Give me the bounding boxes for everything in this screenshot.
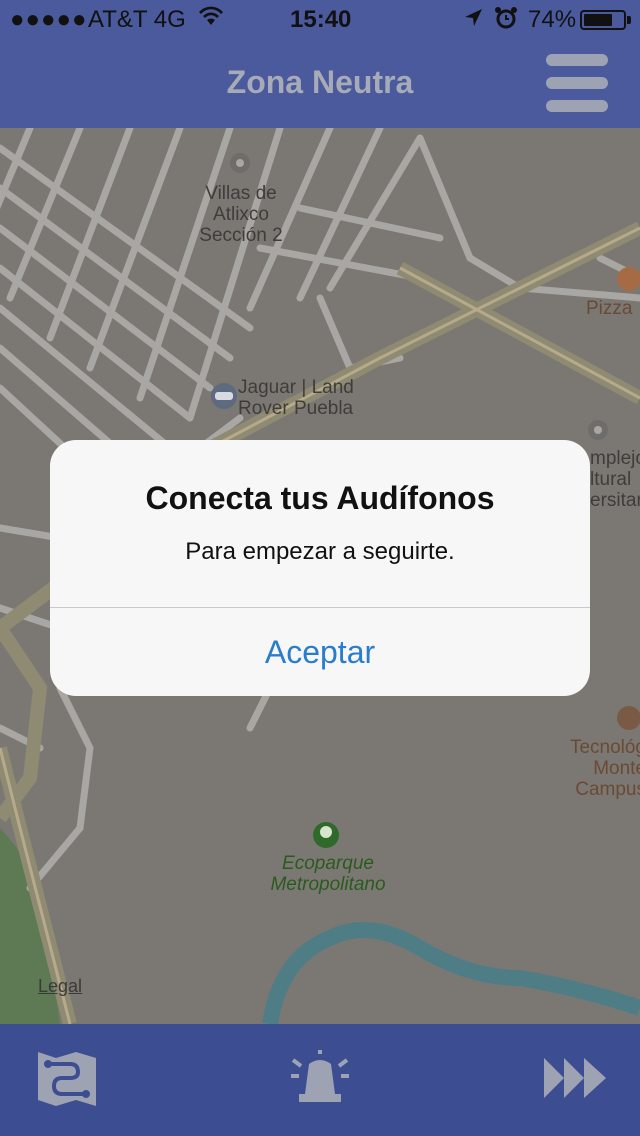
tab-bar (0, 1024, 640, 1136)
map-label-tec: Tecnológ Monte Campus (569, 737, 640, 800)
legal-link[interactable]: Legal (38, 976, 82, 997)
accept-button[interactable]: Aceptar (50, 608, 590, 696)
map-label-jaguar: Jaguar | Land Rover Puebla (238, 377, 354, 419)
navigation-bar: Zona Neutra (0, 40, 640, 128)
hamburger-icon (546, 54, 608, 66)
map-label-villas: Villas de Atlixco Sección 2 (199, 183, 283, 246)
battery-tip (627, 16, 631, 24)
status-bar: ●●●●● AT&T 4G 15:40 74% (0, 0, 640, 40)
alarm-siren-icon[interactable] (289, 1050, 351, 1109)
location-arrow-icon (462, 6, 484, 37)
hamburger-icon-bar (546, 77, 608, 89)
battery-icon (580, 10, 626, 30)
fast-forward-icon[interactable] (544, 1056, 606, 1105)
signal-strength: ●●●●● (10, 6, 88, 33)
carrier-label: AT&T 4G (88, 6, 186, 33)
map-label-pizza: Pizza (586, 298, 633, 319)
battery-level-fill (584, 14, 612, 26)
alert-dialog: Conecta tus Audífonos Para empezar a seg… (50, 440, 590, 696)
battery-percent: 74% (528, 6, 577, 33)
wifi-icon (198, 4, 224, 35)
clock-time: 15:40 (290, 6, 352, 33)
alert-title: Conecta tus Audífonos (145, 480, 495, 516)
map-label-ecoparque: Ecoparque Metropolitano (270, 853, 386, 895)
hamburger-menu-button[interactable] (546, 54, 608, 112)
route-map-icon[interactable] (36, 1048, 98, 1113)
hamburger-icon-bar (546, 100, 608, 112)
page-title: Zona Neutra (226, 64, 414, 100)
alert-message: Para empezar a seguirte. (185, 538, 455, 565)
map-label-complejo: mplejo ltural ersitar (590, 448, 640, 511)
alarm-icon (494, 6, 518, 37)
